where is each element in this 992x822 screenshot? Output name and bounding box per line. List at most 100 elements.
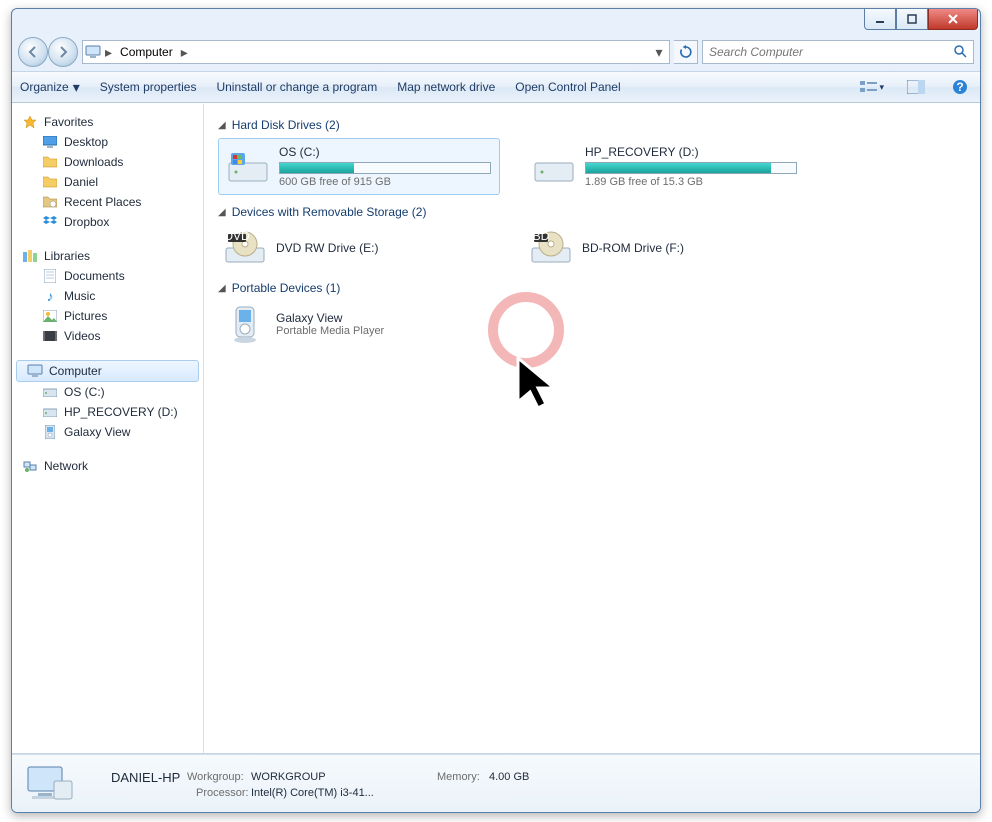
address-row: ▸ Computer ▸ ▾	[12, 37, 980, 71]
system-properties-button[interactable]: System properties	[100, 80, 197, 94]
sidebar-item-dropbox[interactable]: Dropbox	[12, 212, 203, 232]
favorites-group: Favorites Desktop Downloads Daniel Recen…	[12, 112, 203, 232]
nav-buttons	[18, 37, 78, 67]
drive-dvd[interactable]: DVD DVD RW Drive (E:)	[218, 225, 500, 271]
svg-text:DVD: DVD	[224, 230, 250, 243]
titlebar	[12, 9, 980, 37]
videos-icon	[42, 328, 58, 344]
search-box[interactable]	[702, 40, 974, 64]
sidebar-item-hp-recovery[interactable]: HP_RECOVERY (D:)	[12, 402, 203, 422]
organize-menu[interactable]: Organize ▾	[20, 80, 80, 94]
dvd-drive-icon: DVD	[224, 229, 266, 267]
sidebar-item-galaxy-view[interactable]: Galaxy View	[12, 422, 203, 442]
back-button[interactable]	[18, 37, 48, 67]
help-button[interactable]: ?	[948, 76, 972, 98]
window-controls	[864, 8, 978, 30]
drive-subtitle: 600 GB free of 915 GB	[279, 176, 491, 188]
device-subtitle: Portable Media Player	[276, 325, 384, 337]
music-icon: ♪	[42, 288, 58, 304]
drive-hp-recovery[interactable]: HP_RECOVERY (D:) 1.89 GB free of 15.3 GB	[524, 138, 806, 195]
map-network-drive-button[interactable]: Map network drive	[397, 80, 495, 94]
computer-header[interactable]: Computer	[16, 360, 199, 382]
portable-section-header[interactable]: ◢ Portable Devices (1)	[218, 281, 966, 295]
open-control-panel-button[interactable]: Open Control Panel	[515, 80, 620, 94]
media-player-icon	[224, 305, 266, 343]
folder-icon	[42, 154, 58, 170]
sidebar-item-downloads[interactable]: Downloads	[12, 152, 203, 172]
chevron-down-icon: ▾	[73, 80, 80, 94]
drive-title: OS (C:)	[279, 145, 491, 159]
sidebar-item-music[interactable]: ♪Music	[12, 286, 203, 306]
breadcrumb-computer[interactable]: Computer	[116, 45, 177, 59]
drive-title: HP_RECOVERY (D:)	[585, 145, 797, 159]
maximize-button[interactable]	[896, 8, 928, 30]
address-bar[interactable]: ▸ Computer ▸ ▾	[82, 40, 670, 64]
sidebar-item-desktop[interactable]: Desktop	[12, 132, 203, 152]
content-area[interactable]: ◢ Hard Disk Drives (2) OS (C:) 600 GB fr…	[204, 104, 980, 753]
desktop-icon	[42, 134, 58, 150]
drive-subtitle: 1.89 GB free of 15.3 GB	[585, 176, 797, 188]
device-title: Galaxy View	[276, 311, 384, 325]
recent-icon	[42, 194, 58, 210]
hdd-icon	[533, 148, 575, 186]
breadcrumb-separator-icon: ▸	[103, 45, 114, 59]
sidebar-item-pictures[interactable]: Pictures	[12, 306, 203, 326]
sidebar-item-daniel[interactable]: Daniel	[12, 172, 203, 192]
media-player-icon	[42, 424, 58, 440]
favorites-header[interactable]: Favorites	[12, 112, 203, 132]
libraries-group: Libraries Documents ♪Music Pictures Vide…	[12, 246, 203, 346]
explorer-window: ▸ Computer ▸ ▾ Organize ▾ System propert…	[11, 8, 981, 813]
svg-text:BD: BD	[533, 230, 550, 243]
device-title: BD-ROM Drive (F:)	[582, 241, 684, 255]
network-header[interactable]: Network	[12, 456, 203, 476]
usage-bar	[585, 162, 797, 174]
caret-down-icon: ◢	[218, 120, 226, 131]
search-icon	[953, 44, 967, 61]
usage-bar	[279, 162, 491, 174]
address-dropdown-icon[interactable]: ▾	[651, 45, 667, 59]
sidebar-item-documents[interactable]: Documents	[12, 266, 203, 286]
minimize-button[interactable]	[864, 8, 896, 30]
sidebar-item-os-c[interactable]: OS (C:)	[12, 382, 203, 402]
forward-button[interactable]	[48, 37, 78, 67]
libraries-icon	[22, 248, 38, 264]
drive-bd[interactable]: BD BD-ROM Drive (F:)	[524, 225, 806, 271]
toolbar: Organize ▾ System properties Uninstall o…	[12, 71, 980, 103]
preview-pane-button[interactable]	[904, 76, 928, 98]
caret-down-icon: ◢	[218, 283, 226, 294]
uninstall-program-button[interactable]: Uninstall or change a program	[216, 80, 377, 94]
documents-icon	[42, 268, 58, 284]
view-icon	[859, 79, 879, 95]
refresh-button[interactable]	[674, 40, 698, 64]
pictures-icon	[42, 308, 58, 324]
change-view-button[interactable]: ▾	[859, 79, 884, 95]
computer-icon	[24, 763, 74, 805]
dropbox-icon	[42, 214, 58, 230]
computer-icon	[27, 363, 43, 379]
hdd-section-header[interactable]: ◢ Hard Disk Drives (2)	[218, 118, 966, 132]
network-icon	[22, 458, 38, 474]
device-galaxy-view[interactable]: Galaxy View Portable Media Player	[218, 301, 500, 347]
device-title: DVD RW Drive (E:)	[276, 241, 378, 255]
body: Favorites Desktop Downloads Daniel Recen…	[12, 103, 980, 754]
details-pane: DANIEL-HP Workgroup: WORKGROUP Memory:	[12, 754, 980, 812]
libraries-header[interactable]: Libraries	[12, 246, 203, 266]
computer-icon	[85, 44, 101, 60]
computer-group: Computer OS (C:) HP_RECOVERY (D:) Galaxy…	[12, 360, 203, 442]
chevron-down-icon: ▾	[879, 83, 884, 92]
svg-text:?: ?	[956, 80, 963, 94]
sidebar-item-videos[interactable]: Videos	[12, 326, 203, 346]
hdd-icon	[42, 404, 58, 420]
star-icon	[22, 114, 38, 130]
drive-os-c[interactable]: OS (C:) 600 GB free of 915 GB	[218, 138, 500, 195]
sidebar-item-recent-places[interactable]: Recent Places	[12, 192, 203, 212]
removable-section-header[interactable]: ◢ Devices with Removable Storage (2)	[218, 205, 966, 219]
close-button[interactable]	[928, 8, 978, 30]
bd-drive-icon: BD	[530, 229, 572, 267]
navigation-pane[interactable]: Favorites Desktop Downloads Daniel Recen…	[12, 104, 204, 753]
hdd-icon	[227, 148, 269, 186]
folder-icon	[42, 174, 58, 190]
search-input[interactable]	[709, 45, 947, 59]
organize-label: Organize	[20, 80, 69, 94]
hdd-icon	[42, 384, 58, 400]
